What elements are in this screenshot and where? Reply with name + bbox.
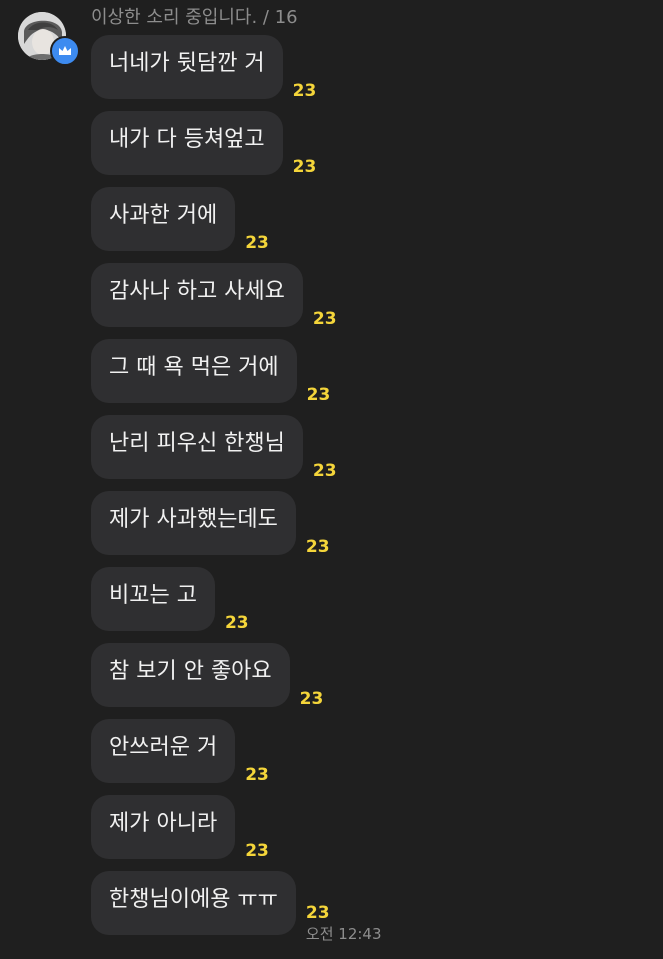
unread-count: 23 [292,157,317,177]
message-bubble[interactable]: 사과한 거에 [91,187,236,251]
message-bubble[interactable]: 안쓰러운 거 [91,719,236,783]
message-timestamp: 오전 12:43 [305,925,382,943]
unread-count: 23 [305,903,330,923]
unread-count: 23 [245,841,269,861]
message-row: 제가 사과했는데도 23 [91,491,330,557]
message-bubble[interactable]: 참 보기 안 좋아요 [91,643,290,707]
message-row: 사과한 거에 23 [91,187,269,253]
message-bubble[interactable]: 제가 사과했는데도 [91,491,296,555]
sender-name[interactable]: 이상한 소리 중입니다. / 16 [91,3,298,29]
message-row: 안쓰러운 거 23 [91,719,269,785]
message-bubble[interactable]: 제가 아니라 [91,795,236,859]
message-row: 그 때 욕 먹은 거에 23 [91,339,331,405]
message-bubble[interactable]: 난리 피우신 한챙님 [91,415,303,479]
message-bubble[interactable]: 내가 다 등쳐엎고 [91,111,283,175]
unread-count: 23 [245,765,269,785]
message-bubble[interactable]: 비꼬는 고 [91,567,215,631]
unread-count: 23 [312,309,337,329]
message-bubble[interactable]: 너네가 뒷담깐 거 [91,35,283,99]
unread-count: 23 [299,689,324,709]
unread-count: 23 [306,385,331,405]
message-row: 제가 아니라 23 [91,795,269,861]
message-bubble[interactable]: 한챙님이에용 ㅠㅠ [91,871,296,935]
message-row: 난리 피우신 한챙님 23 [91,415,337,481]
unread-count: 23 [292,81,317,101]
unread-count: 23 [312,461,337,481]
message-bubble[interactable]: 그 때 욕 먹은 거에 [91,339,297,403]
message-row: 참 보기 안 좋아요 23 [91,643,324,709]
crown-icon [50,36,80,66]
message-row: 한챙님이에용 ㅠㅠ 23 오전 12:43 [91,871,382,943]
message-row: 내가 다 등쳐엎고 23 [91,111,317,177]
message-row: 너네가 뒷담깐 거 23 [91,35,317,101]
unread-count: 23 [224,613,249,633]
message-bubble[interactable]: 감사나 하고 사세요 [91,263,303,327]
avatar[interactable] [18,12,80,66]
message-row: 감사나 하고 사세요 23 [91,263,337,329]
unread-count: 23 [305,537,330,557]
message-row: 비꼬는 고 23 [91,567,249,633]
unread-count: 23 [245,233,269,253]
